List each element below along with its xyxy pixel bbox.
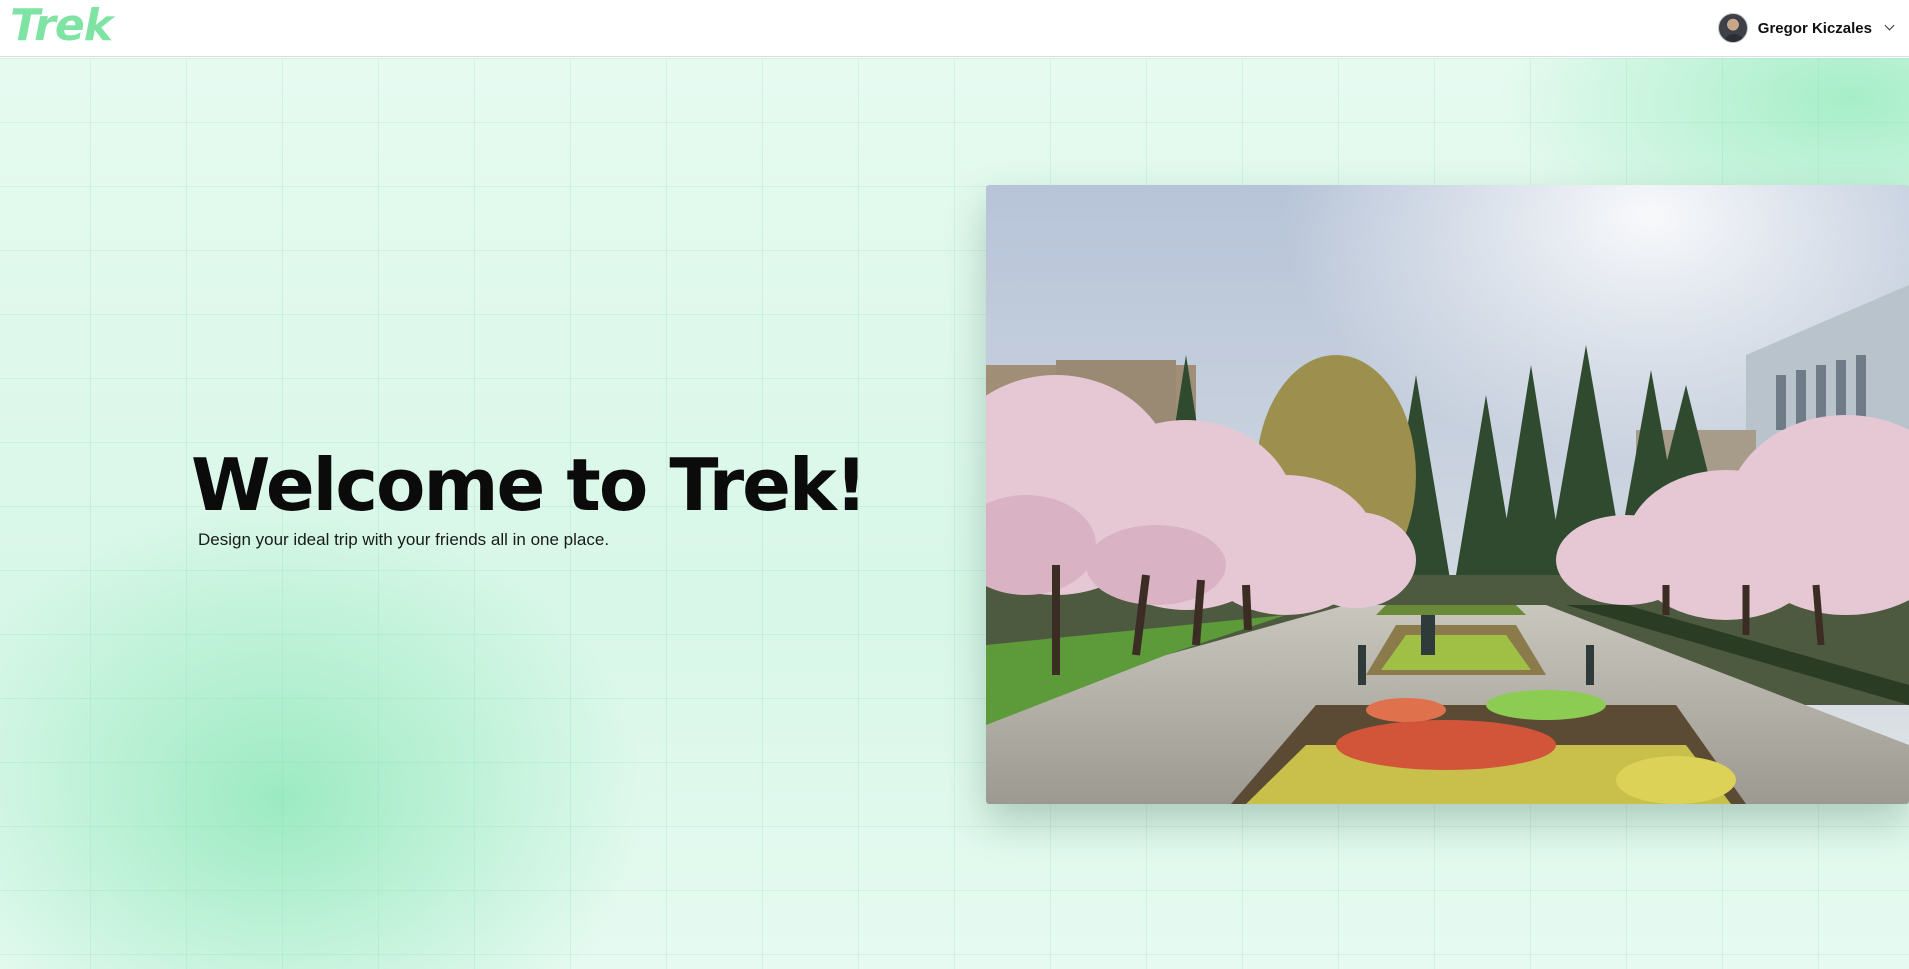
user-name[interactable]: Gregor Kiczales: [1758, 20, 1872, 37]
page-subtitle: Design your ideal trip with your friends…: [198, 530, 610, 549]
trek-logo[interactable]: Trek: [10, 4, 113, 48]
hero-section: Welcome to Trek! Design your ideal trip …: [0, 58, 1909, 969]
campus-walkway-photo: [986, 185, 1909, 804]
user-menu[interactable]: Gregor Kiczales: [1717, 13, 1895, 43]
top-navbar: Trek Gregor Kiczales: [0, 0, 1909, 57]
hero-image: [986, 185, 1909, 804]
chevron-down-icon[interactable]: [1884, 20, 1895, 31]
user-avatar[interactable]: [1717, 13, 1748, 43]
page-title: Welcome to Trek!: [191, 443, 868, 527]
